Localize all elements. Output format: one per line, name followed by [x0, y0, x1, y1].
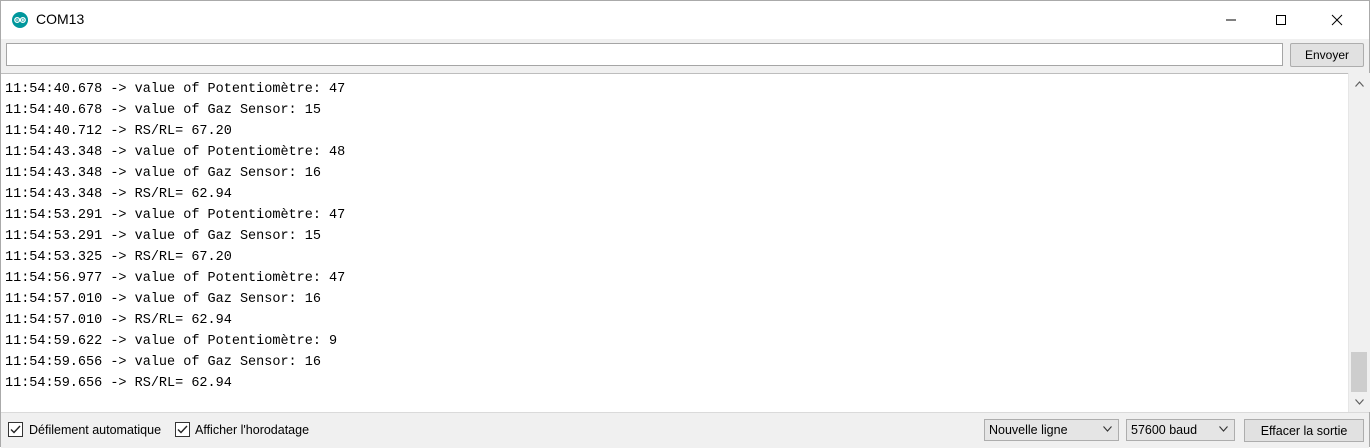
log-line: 11:54:59.656 -> value of Gaz Sensor: 16 [5, 355, 321, 370]
line-ending-select[interactable]: Nouvelle ligne [984, 419, 1119, 441]
baud-rate-select[interactable]: 57600 baud [1126, 419, 1235, 441]
log-line: 11:54:53.291 -> value of Gaz Sensor: 15 [5, 229, 321, 244]
send-button[interactable]: Envoyer [1290, 43, 1364, 67]
minimize-icon [1226, 19, 1236, 21]
log-line: 11:54:57.010 -> value of Gaz Sensor: 16 [5, 292, 321, 307]
log-line: 11:54:40.678 -> value of Potentiomètre: … [5, 82, 346, 97]
serial-monitor-window: COM13 Envoyer 11:54:40.678 -> value of P… [0, 0, 1370, 448]
chevron-up-icon [1355, 80, 1364, 87]
vertical-scrollbar[interactable] [1348, 73, 1370, 412]
status-footer: Défilement automatique Afficher l'horoda… [1, 412, 1369, 448]
close-icon [1331, 14, 1343, 26]
arduino-logo-icon [12, 12, 28, 28]
log-line: 11:54:59.656 -> RS/RL= 62.94 [5, 376, 232, 391]
log-line: 11:54:43.348 -> RS/RL= 62.94 [5, 187, 232, 202]
scroll-down-button[interactable] [1349, 393, 1370, 410]
line-ending-value: Nouvelle ligne [989, 423, 1068, 437]
log-line: 11:54:57.010 -> RS/RL= 62.94 [5, 313, 232, 328]
title-bar: COM13 [1, 1, 1369, 39]
timestamp-checkbox[interactable] [175, 422, 190, 437]
log-line: 11:54:56.977 -> value of Potentiomètre: … [5, 271, 346, 286]
minimize-button[interactable] [1208, 1, 1254, 39]
log-line: 11:54:53.291 -> value of Potentiomètre: … [5, 208, 346, 223]
serial-output[interactable]: 11:54:40.678 -> value of Potentiomètre: … [1, 73, 1348, 412]
maximize-icon [1276, 15, 1286, 25]
checkmark-icon [177, 425, 188, 434]
close-button[interactable] [1314, 1, 1360, 39]
scroll-thumb[interactable] [1351, 352, 1367, 392]
checkmark-icon [10, 425, 21, 434]
timestamp-label: Afficher l'horodatage [195, 423, 310, 437]
send-input[interactable] [6, 43, 1283, 66]
autoscroll-label: Défilement automatique [29, 423, 162, 437]
autoscroll-checkbox[interactable] [8, 422, 23, 437]
baud-rate-value: 57600 baud [1131, 423, 1198, 437]
chevron-down-icon [1219, 426, 1228, 432]
chevron-down-icon [1355, 398, 1364, 405]
log-line: 11:54:43.348 -> value of Potentiomètre: … [5, 145, 346, 160]
window-title: COM13 [36, 11, 85, 27]
log-line: 11:54:59.622 -> value of Potentiomètre: … [5, 334, 338, 349]
log-line: 11:54:40.712 -> RS/RL= 67.20 [5, 124, 232, 139]
send-bar: Envoyer [1, 39, 1369, 73]
log-line: 11:54:40.678 -> value of Gaz Sensor: 15 [5, 103, 321, 118]
scroll-up-button[interactable] [1349, 75, 1370, 92]
log-line: 11:54:43.348 -> value of Gaz Sensor: 16 [5, 166, 321, 181]
log-line: 11:54:53.325 -> RS/RL= 67.20 [5, 250, 232, 265]
maximize-button[interactable] [1258, 1, 1304, 39]
chevron-down-icon [1103, 426, 1112, 432]
clear-output-button[interactable]: Effacer la sortie [1244, 419, 1364, 442]
